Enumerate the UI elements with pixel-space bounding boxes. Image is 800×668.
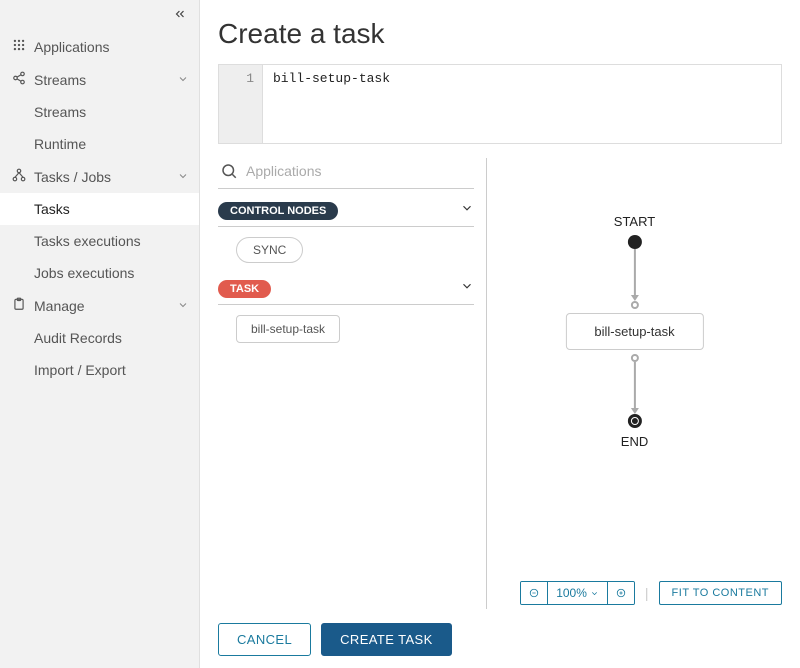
fit-to-content-button[interactable]: FIT TO CONTENT [659, 581, 782, 605]
sidebar-item-label: Streams [34, 104, 86, 120]
chevron-down-icon [177, 72, 189, 88]
cluster-icon [10, 168, 28, 185]
task-node[interactable]: bill-setup-task [565, 313, 703, 350]
sidebar-item-streams[interactable]: Streams [0, 63, 199, 96]
flow-start-label: START [614, 214, 655, 229]
sidebar-item-streams-sub[interactable]: Streams [0, 96, 199, 128]
zoom-level-label: 100% [556, 586, 587, 600]
start-node[interactable] [627, 235, 641, 249]
chip-sync[interactable]: SYNC [236, 237, 303, 263]
workspace: CONTROL NODES SYNC TASK [218, 158, 782, 609]
sidebar-item-audit-records[interactable]: Audit Records [0, 322, 199, 354]
collapse-icon[interactable] [173, 7, 187, 24]
chevron-down-icon [177, 298, 189, 314]
clipboard-icon [10, 297, 28, 314]
page-title: Create a task [218, 18, 782, 50]
share-icon [10, 71, 28, 88]
footer-actions: CANCEL CREATE TASK [218, 623, 782, 656]
sidebar-item-manage[interactable]: Manage [0, 289, 199, 322]
flow-diagram: START bill-setup-task END [565, 214, 703, 449]
sidebar-item-tasks[interactable]: Tasks [0, 193, 199, 225]
editor-gutter: 1 [219, 65, 263, 143]
canvas-wrap: START bill-setup-task END [486, 158, 782, 609]
sidebar-item-label: Runtime [34, 136, 86, 152]
badge-control-nodes: CONTROL NODES [218, 202, 338, 220]
cancel-button[interactable]: CANCEL [218, 623, 311, 656]
connector[interactable] [630, 301, 638, 309]
chevron-down-icon [460, 201, 474, 220]
code-editor[interactable]: 1 bill-setup-task [218, 64, 782, 144]
grid-icon [10, 38, 28, 55]
sidebar-item-runtime[interactable]: Runtime [0, 128, 199, 160]
sidebar-item-tasks-executions[interactable]: Tasks executions [0, 225, 199, 257]
badge-task: TASK [218, 280, 271, 298]
sidebar-header [0, 0, 199, 30]
zoom-in-button[interactable] [608, 582, 634, 604]
sidebar-item-import-export[interactable]: Import / Export [0, 354, 199, 386]
sidebar-item-label: Tasks [34, 201, 70, 217]
section-header-task[interactable]: TASK [218, 279, 474, 305]
palette: CONTROL NODES SYNC TASK [218, 158, 474, 609]
end-node[interactable] [627, 414, 641, 428]
editor-code[interactable]: bill-setup-task [263, 65, 781, 143]
create-task-button[interactable]: CREATE TASK [321, 623, 452, 656]
sidebar-item-label: Jobs executions [34, 265, 134, 281]
sidebar-item-label: Tasks / Jobs [34, 169, 111, 185]
sidebar-item-label: Streams [34, 72, 86, 88]
sidebar-item-label: Tasks executions [34, 233, 141, 249]
line-number: 1 [246, 71, 254, 86]
section-body: bill-setup-task [218, 305, 474, 347]
chevron-down-icon [590, 589, 599, 598]
flow-edge [633, 249, 635, 297]
flow-canvas[interactable]: START bill-setup-task END [487, 158, 782, 577]
sidebar-item-applications[interactable]: Applications [0, 30, 199, 63]
search-icon [220, 162, 238, 180]
sidebar-item-label: Applications [34, 39, 110, 55]
section-header-control-nodes[interactable]: CONTROL NODES [218, 201, 474, 227]
sidebar-item-tasks-jobs[interactable]: Tasks / Jobs [0, 160, 199, 193]
section-control-nodes: CONTROL NODES SYNC [218, 201, 474, 267]
plus-icon [616, 588, 626, 598]
chevron-down-icon [460, 279, 474, 298]
zoom-out-button[interactable] [521, 582, 548, 604]
zoom-level-button[interactable]: 100% [548, 582, 608, 604]
sidebar-item-label: Manage [34, 298, 85, 314]
sidebar-item-jobs-executions[interactable]: Jobs executions [0, 257, 199, 289]
section-task: TASK bill-setup-task [218, 279, 474, 347]
sidebar-item-label: Import / Export [34, 362, 126, 378]
main-content: Create a task 1 bill-setup-task CONTROL … [200, 0, 800, 668]
chip-bill-setup-task[interactable]: bill-setup-task [236, 315, 340, 343]
flow-edge [633, 362, 635, 410]
connector[interactable] [630, 354, 638, 362]
sidebar-item-label: Audit Records [34, 330, 122, 346]
zoom-group: 100% [520, 581, 635, 605]
palette-search [218, 158, 474, 189]
divider: | [645, 585, 649, 601]
sidebar: Applications Streams Streams Runtime Tas… [0, 0, 200, 668]
chevron-down-icon [177, 169, 189, 185]
minus-icon [529, 588, 539, 598]
section-body: SYNC [218, 227, 474, 267]
canvas-controls: 100% | FIT TO CONTENT [487, 577, 782, 609]
search-input[interactable] [246, 163, 472, 179]
flow-end-label: END [621, 434, 648, 449]
